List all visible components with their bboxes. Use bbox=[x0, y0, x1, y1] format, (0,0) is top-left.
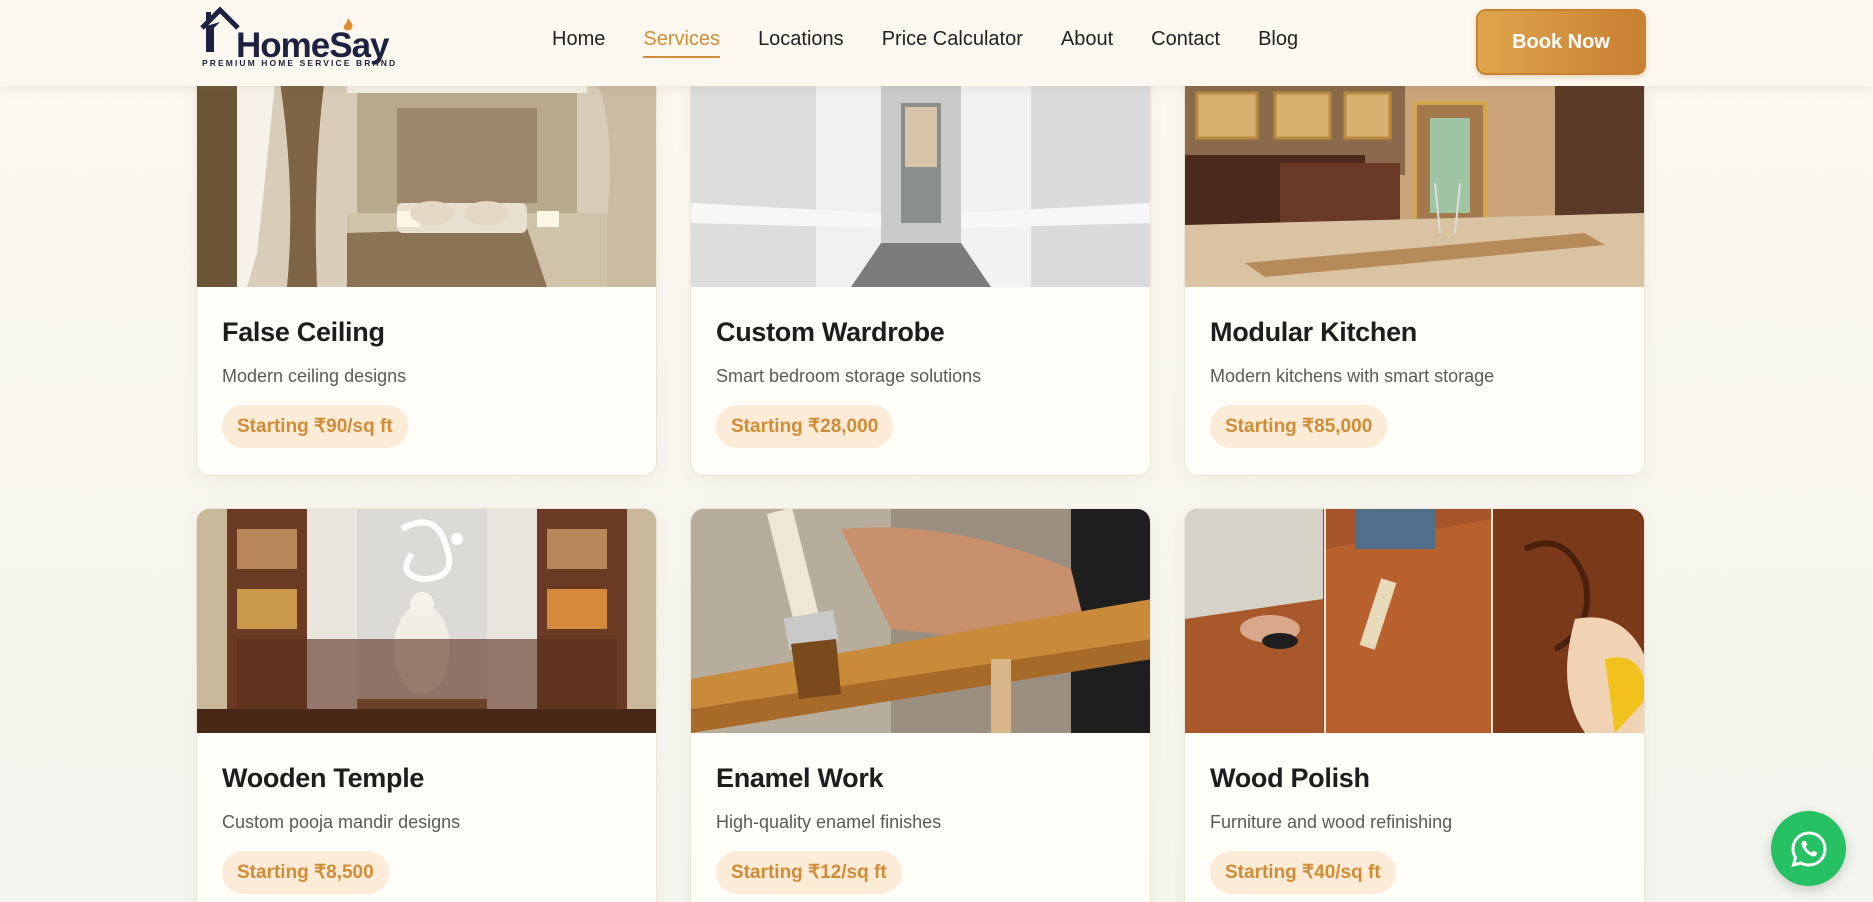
service-card-wooden-temple[interactable]: Wooden Temple Custom pooja mandir design… bbox=[196, 508, 657, 902]
nav-home[interactable]: Home bbox=[552, 28, 605, 58]
wardrobe-photo bbox=[691, 63, 1150, 287]
service-price-badge: Starting ₹90/sq ft bbox=[222, 405, 408, 448]
service-card-modular-kitchen[interactable]: Modular Kitchen Modern kitchens with sma… bbox=[1184, 62, 1645, 476]
service-title: Custom Wardrobe bbox=[716, 317, 945, 347]
nav-price-calculator[interactable]: Price Calculator bbox=[882, 28, 1023, 58]
main-nav: Home Services Locations Price Calculator… bbox=[552, 28, 1298, 58]
service-price-badge: Starting ₹40/sq ft bbox=[1210, 851, 1396, 894]
service-card-wood-polish[interactable]: Wood Polish Furniture and wood refinishi… bbox=[1184, 508, 1645, 902]
site-header: HomeSay PREMIUM HOME SERVICE BRAND Home … bbox=[0, 0, 1873, 86]
temple-photo bbox=[197, 509, 656, 733]
service-price-badge: Starting ₹28,000 bbox=[716, 405, 894, 448]
service-title: Modular Kitchen bbox=[1210, 317, 1418, 347]
nav-locations[interactable]: Locations bbox=[758, 28, 844, 58]
whatsapp-chat-button[interactable] bbox=[1771, 811, 1846, 886]
nav-services[interactable]: Services bbox=[643, 28, 721, 58]
service-description: Smart bedroom storage solutions bbox=[716, 366, 982, 386]
service-title: False Ceiling bbox=[222, 317, 385, 347]
whatsapp-icon bbox=[1790, 830, 1827, 867]
wood-polish-photo bbox=[1185, 509, 1644, 733]
nav-blog[interactable]: Blog bbox=[1258, 28, 1298, 58]
service-card-enamel-work[interactable]: Enamel Work High-quality enamel finishes… bbox=[690, 508, 1151, 902]
service-card-false-ceiling[interactable]: False Ceiling Modern ceiling designs Sta… bbox=[196, 62, 657, 476]
service-title: Wood Polish bbox=[1210, 763, 1370, 793]
service-description: High-quality enamel finishes bbox=[716, 812, 942, 832]
service-title: Enamel Work bbox=[716, 763, 884, 793]
paint-brush-photo bbox=[691, 509, 1150, 733]
services-grid: False Ceiling Modern ceiling designs Sta… bbox=[196, 0, 1646, 902]
nav-contact[interactable]: Contact bbox=[1151, 28, 1220, 58]
bedroom-ceiling-photo bbox=[197, 63, 656, 287]
service-description: Modern ceiling designs bbox=[222, 366, 407, 386]
flame-accent-icon bbox=[343, 18, 353, 31]
service-card-custom-wardrobe[interactable]: Custom Wardrobe Smart bedroom storage so… bbox=[690, 62, 1151, 476]
kitchen-photo bbox=[1185, 63, 1644, 287]
brand-logo[interactable]: HomeSay PREMIUM HOME SERVICE BRAND bbox=[200, 6, 395, 72]
book-now-button[interactable]: Book Now bbox=[1476, 9, 1646, 75]
service-price-badge: Starting ₹12/sq ft bbox=[716, 851, 902, 894]
house-logo-icon bbox=[200, 6, 240, 52]
service-price-badge: Starting ₹8,500 bbox=[222, 851, 389, 894]
brand-tagline: PREMIUM HOME SERVICE BRAND bbox=[202, 58, 398, 68]
service-description: Custom pooja mandir designs bbox=[222, 812, 461, 832]
service-description: Modern kitchens with smart storage bbox=[1210, 366, 1495, 386]
service-title: Wooden Temple bbox=[222, 763, 425, 793]
service-price-badge: Starting ₹85,000 bbox=[1210, 405, 1388, 448]
nav-about[interactable]: About bbox=[1061, 28, 1113, 58]
service-description: Furniture and wood refinishing bbox=[1210, 812, 1453, 832]
